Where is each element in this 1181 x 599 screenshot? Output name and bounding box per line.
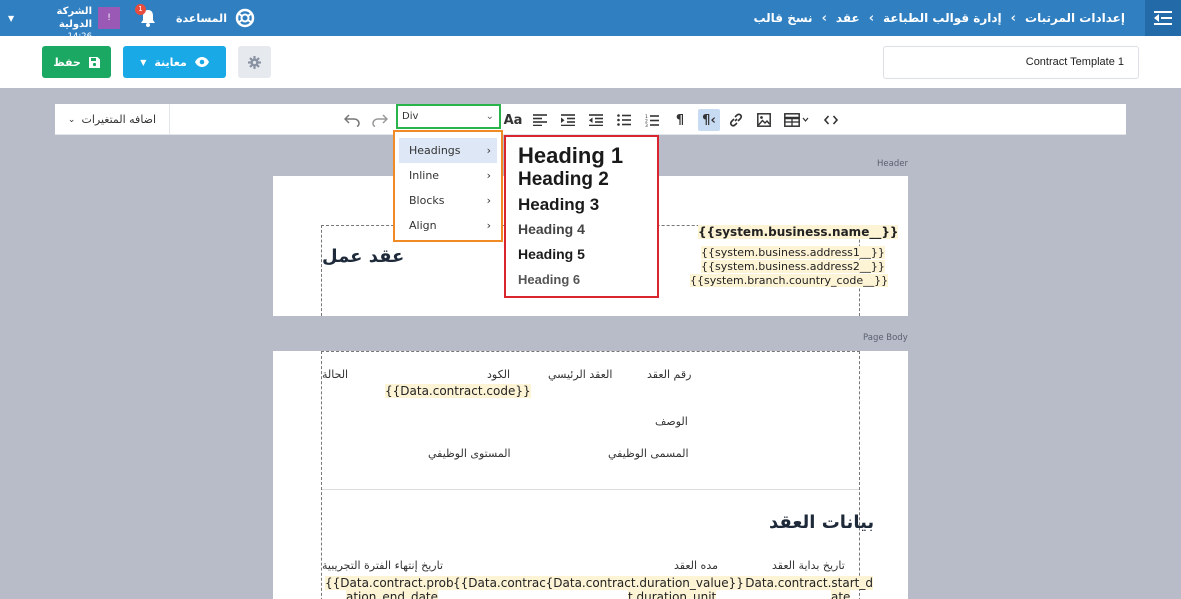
format-menu-label: Blocks bbox=[409, 194, 445, 207]
block-format-value: Div bbox=[402, 111, 419, 122]
address1-var: {{system.business.address1__}} bbox=[701, 246, 885, 259]
start-date-label: تاريخ بداية العقد bbox=[772, 559, 845, 572]
add-variables-label: اضافه المتغيرات bbox=[81, 113, 157, 126]
format-menu: Headings › Inline › Blocks › Align › bbox=[393, 130, 503, 242]
editor-toolbar: ⌄ اضافه المتغيرات Div ⌄ Aa 123 ¶ ¶‹ bbox=[55, 104, 1126, 135]
help-link[interactable]: المساعدة bbox=[176, 0, 255, 36]
business-name-var: {{system.business.name__}} bbox=[698, 225, 899, 239]
start-date-var-cont: ate bbox=[831, 590, 851, 599]
code-var: {{Data.contract.code}} bbox=[385, 384, 531, 398]
gear-icon bbox=[248, 55, 261, 69]
status-label: الحالة bbox=[322, 368, 349, 381]
breadcrumb-item-payroll-settings[interactable]: إعدادات المرتبات bbox=[1025, 11, 1125, 25]
chevron-right-icon: › bbox=[486, 219, 491, 232]
breadcrumb-item-contract[interactable]: عقد bbox=[836, 11, 860, 25]
top-bar: إعدادات المرتبات ‹ إدارة قوالب الطباعة ‹… bbox=[0, 0, 1181, 54]
heading-4-option[interactable]: Heading 4 bbox=[518, 222, 645, 247]
sidebar-toggle-button[interactable] bbox=[1145, 0, 1181, 36]
heading-6-option[interactable]: Heading 6 bbox=[518, 273, 645, 295]
chevron-down-icon: ⌄ bbox=[67, 114, 76, 125]
duration-label: مده العقد bbox=[674, 559, 718, 572]
header-title: عقد عمل bbox=[322, 246, 405, 267]
chevron-right-icon: › bbox=[486, 144, 491, 157]
probation-var: {{Data.contract.prob bbox=[325, 576, 454, 590]
description-label: الوصف bbox=[655, 415, 688, 428]
breadcrumb-item-copy-template: نسخ قالب bbox=[753, 11, 813, 25]
heading-5-option[interactable]: Heading 5 bbox=[518, 247, 645, 273]
eye-icon bbox=[194, 57, 209, 67]
settings-button[interactable] bbox=[238, 46, 271, 78]
job-level-label: المستوى الوظيفي bbox=[428, 447, 511, 460]
chevron-right-icon: › bbox=[486, 194, 491, 207]
contract-number-label: رقم العقد bbox=[647, 368, 692, 381]
breadcrumb-item-print-templates[interactable]: إدارة قوالب الطباعة bbox=[883, 11, 1002, 25]
block-format-select[interactable]: Div ⌄ bbox=[396, 104, 501, 129]
preview-button[interactable]: ▼ معاينة bbox=[123, 46, 226, 78]
format-menu-item-align[interactable]: Align › bbox=[399, 213, 497, 238]
save-button[interactable]: حفظ bbox=[42, 46, 111, 78]
chevron-left-icon: ‹ bbox=[821, 10, 827, 26]
header-region-label: Header bbox=[877, 159, 908, 169]
company-name: الشركة الدولية bbox=[56, 6, 92, 30]
save-label: حفظ bbox=[53, 55, 81, 69]
chevron-left-icon: ‹ bbox=[1010, 10, 1017, 26]
notifications-button[interactable]: 1 bbox=[135, 4, 158, 28]
format-menu-item-headings[interactable]: Headings › bbox=[399, 138, 497, 163]
duration-var: {{Data.contract.duration_value}} bbox=[538, 576, 744, 590]
link-icon[interactable] bbox=[725, 109, 747, 131]
code-label: الكود bbox=[487, 368, 511, 381]
indent-icon[interactable] bbox=[557, 109, 579, 131]
main-contract-label: العقد الرئيسي bbox=[548, 368, 613, 381]
divider bbox=[322, 489, 859, 490]
probation-var-cont: ation_end_date bbox=[346, 590, 439, 599]
numbered-list-icon[interactable]: 123 bbox=[641, 109, 663, 131]
add-variables-button[interactable]: ⌄ اضافه المتغيرات bbox=[55, 104, 170, 135]
image-icon[interactable] bbox=[753, 109, 775, 131]
action-bar: حفظ ▼ معاينة Contract Template 1 bbox=[0, 36, 1181, 88]
address2-var: {{system.business.address2__}} bbox=[701, 260, 885, 273]
format-menu-item-blocks[interactable]: Blocks › bbox=[399, 188, 497, 213]
svg-text:3: 3 bbox=[645, 123, 648, 127]
help-label: المساعدة bbox=[176, 11, 227, 25]
undo-icon[interactable] bbox=[341, 109, 363, 131]
headings-submenu: Heading 1 Heading 2 Heading 3 Heading 4 … bbox=[504, 135, 659, 298]
menu-collapse-icon bbox=[1154, 11, 1172, 25]
duration-var-b: {{Data.contrac bbox=[453, 576, 546, 590]
table-icon[interactable] bbox=[781, 109, 813, 131]
template-name-input[interactable]: Contract Template 1 bbox=[883, 46, 1139, 79]
chevron-left-icon: ‹ bbox=[868, 10, 875, 26]
heading-3-option[interactable]: Heading 3 bbox=[518, 196, 645, 222]
chevron-right-icon: › bbox=[486, 169, 491, 182]
country-code-var: {{system.branch.country_code__}} bbox=[690, 274, 889, 287]
notification-badge: 1 bbox=[135, 4, 146, 15]
body-region-label: Page Body bbox=[863, 333, 908, 343]
font-size-icon[interactable]: Aa bbox=[502, 109, 524, 131]
preview-label: معاينة bbox=[154, 55, 187, 69]
caret-down-icon: ▼ bbox=[140, 57, 147, 67]
chevron-down-icon: ⌄ bbox=[485, 111, 494, 122]
rtl-direction-icon[interactable]: ¶‹ bbox=[698, 109, 720, 131]
format-menu-item-inline[interactable]: Inline › bbox=[399, 163, 497, 188]
probation-end-label: تاريخ إنتهاء الفترة التجريبية bbox=[322, 559, 444, 572]
heading-2-option[interactable]: Heading 2 bbox=[518, 170, 645, 196]
section-title: بيانات العقد bbox=[769, 512, 875, 533]
source-code-icon[interactable] bbox=[820, 109, 842, 131]
bullet-list-icon[interactable] bbox=[613, 109, 635, 131]
redo-icon[interactable] bbox=[369, 109, 391, 131]
format-menu-label: Align bbox=[409, 219, 437, 232]
job-title-label: المسمى الوظيفي bbox=[608, 447, 689, 460]
ltr-direction-icon[interactable]: ¶ bbox=[669, 109, 691, 131]
format-menu-label: Inline bbox=[409, 169, 440, 182]
avatar[interactable]: ! bbox=[98, 7, 120, 29]
duration-var-cont: t.duration_unit bbox=[628, 590, 717, 599]
caret-down-icon[interactable]: ▼ bbox=[8, 14, 14, 23]
outdent-icon[interactable] bbox=[585, 109, 607, 131]
align-left-icon[interactable] bbox=[529, 109, 551, 131]
breadcrumb: إعدادات المرتبات ‹ إدارة قوالب الطباعة ‹… bbox=[753, 0, 1125, 36]
format-menu-label: Headings bbox=[409, 144, 461, 157]
start-date-var: {{Data.contract.start_d bbox=[730, 576, 873, 590]
floppy-disk-icon bbox=[88, 56, 100, 68]
heading-1-option[interactable]: Heading 1 bbox=[518, 145, 645, 170]
lifebuoy-icon bbox=[235, 8, 255, 28]
